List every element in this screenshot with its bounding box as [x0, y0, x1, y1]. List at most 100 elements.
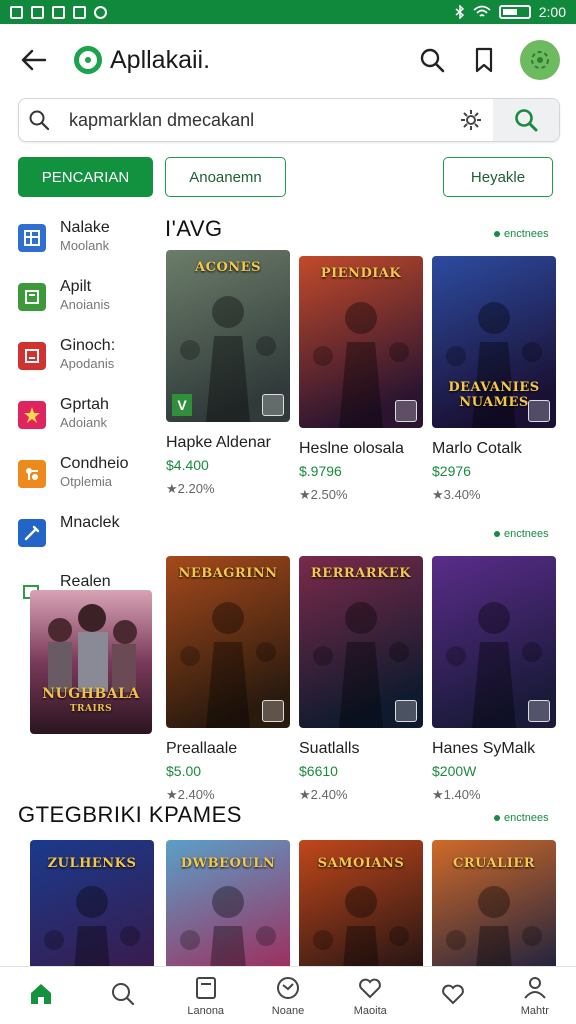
badge-icon: [528, 400, 550, 422]
game-cover-title: ACONES: [195, 260, 261, 275]
nav-label: Maoita: [353, 1005, 387, 1017]
game-card[interactable]: ACONES V Hapke Aldenar $4.400 ★2.20%: [166, 250, 290, 497]
game-cover: NEBAGRINN: [166, 556, 290, 728]
see-more-link[interactable]: enctnees: [494, 228, 549, 240]
game-cover: DEAVANIES NUAMES: [432, 256, 556, 428]
user-icon: [524, 977, 546, 999]
sidebar-item-label: Ginoch:: [60, 337, 116, 354]
game-cover-title: SAMOIANS: [317, 856, 405, 871]
sidebar-item-sublabel: Anoianis: [60, 297, 110, 312]
chip-anoanemn[interactable]: Anoanemn: [165, 157, 286, 197]
home-icon: [31, 984, 52, 1004]
sidebar-item-text: Realen: [60, 572, 111, 592]
game-rating: ★2.40%: [299, 787, 348, 802]
chip-heyakle[interactable]: Heyakle: [443, 157, 553, 197]
sidebar-item-text: Mnaclek: [60, 513, 120, 533]
sidebar-item-label: Realen: [60, 573, 111, 590]
section-heading: GTEGBRIKI KPAMES: [18, 802, 242, 827]
nav-item-search[interactable]: [82, 967, 164, 1024]
notification-icon: [73, 5, 86, 19]
nav-item-user[interactable]: Mahtr: [494, 967, 576, 1024]
game-cover-title: CRUALIER: [452, 856, 536, 871]
sidebar-item-label: Condheio: [60, 455, 129, 472]
notification-icon: [31, 5, 44, 19]
see-more-link[interactable]: enctnees: [494, 528, 549, 540]
game-rating: ★2.40%: [166, 787, 215, 802]
filter-chips: PENCARIAN Anoanemn Heyakle: [18, 157, 558, 197]
avatar[interactable]: [520, 40, 560, 80]
sidebar-item[interactable]: Apilt Anoianis: [18, 277, 156, 336]
settings-icon[interactable]: [449, 109, 493, 131]
search-icon[interactable]: [416, 44, 448, 76]
nav-item-library[interactable]: Lanona: [165, 967, 247, 1024]
tool-icon: [18, 519, 46, 547]
promo-banner[interactable]: NUGHBALA TRAIRS: [30, 590, 152, 734]
game-cover: RERRARKEK: [299, 556, 423, 728]
grid-icon: [18, 224, 46, 252]
sidebar-item-sublabel: Moolank: [60, 238, 110, 253]
game-title: Preallaale: [166, 740, 238, 757]
promo-title: NUGHBALA: [42, 686, 140, 702]
wifi-icon: [473, 5, 491, 17]
sidebar-item[interactable]: Gprtah Adoiank: [18, 395, 156, 454]
promo-subtitle: TRAIRS: [69, 704, 113, 714]
sidebar-item[interactable]: Mnaclek: [18, 513, 156, 572]
search-icon: [112, 983, 135, 1006]
sidebar-item-text: Apilt Anoianis: [60, 277, 110, 313]
sidebar-item-sublabel: Otplemia: [60, 474, 113, 489]
game-card[interactable]: DEAVANIES NUAMES Marlo Cotalk $2976 ★3.40%: [432, 256, 556, 503]
game-price: $4.400: [166, 457, 209, 473]
game-card[interactable]: PIENDIAK Heslne olosala $.9796 ★2.50%: [299, 256, 423, 503]
sidebar-item[interactable]: Nalake Moolank: [18, 218, 156, 277]
search-bar: [18, 98, 560, 142]
game-card[interactable]: Hanes SyMalk $200W ★1.40%: [432, 556, 556, 803]
game-price: $.9796: [299, 463, 342, 479]
game-title: Marlo Cotalk: [432, 440, 522, 457]
sidebar-item-label: Nalake: [60, 219, 110, 236]
sidebar-item-text: Gprtah Adoiank: [60, 395, 109, 431]
app-title: Apllakaii.: [110, 45, 211, 74]
nav-item-heart[interactable]: Maoita: [329, 967, 411, 1024]
game-cover: ACONES V: [166, 250, 290, 422]
sidebar-item-sublabel: Apodanis: [60, 356, 115, 371]
nav-label: Lanona: [187, 1005, 225, 1017]
puzzle-icon: [18, 460, 46, 488]
chip-pencarian[interactable]: PENCARIAN: [18, 157, 153, 197]
profile-icon: [531, 51, 549, 69]
library-icon: [195, 977, 216, 999]
heart-icon: [359, 978, 382, 999]
nav-item-compass[interactable]: Noane: [247, 967, 329, 1024]
battery-icon: [498, 5, 531, 19]
nav-label: Noane: [271, 1005, 305, 1017]
game-card[interactable]: RERRARKEK Suatlalls $6610 ★2.40%: [299, 556, 423, 803]
search-icon: [19, 109, 59, 131]
game-rating: ★3.40%: [432, 487, 481, 502]
game-cover-title: PIENDIAK: [320, 266, 402, 281]
search-button[interactable]: [493, 99, 559, 141]
game-title: Heslne olosala: [299, 440, 404, 457]
bluetooth-icon: [455, 5, 464, 19]
back-arrow-icon[interactable]: [16, 42, 52, 78]
badge-icon: [262, 394, 284, 416]
game-price: $2976: [432, 463, 471, 479]
app-logo-icon: [74, 46, 102, 74]
category-sidebar: Nalake Moolank Apilt Anoianis Ginoch: Apodani…: [18, 218, 156, 612]
bookmark-icon[interactable]: [468, 44, 500, 76]
notification-icons: [10, 5, 107, 19]
sidebar-item[interactable]: Condheio Otplemia: [18, 454, 156, 513]
see-more-link[interactable]: enctnees: [494, 812, 549, 824]
game-cover-title: RERRARKEK: [310, 566, 412, 581]
game-cover: [432, 556, 556, 728]
sidebar-item[interactable]: Ginoch: Apodanis: [18, 336, 156, 395]
game-cover-title: ZULHENKS: [47, 856, 137, 871]
game-cover-title: DWBEOULN: [180, 856, 276, 871]
notification-icon: [10, 5, 23, 19]
badge-icon: [262, 700, 284, 722]
game-cover: PIENDIAK: [299, 256, 423, 428]
nav-item-heart-outline[interactable]: [411, 967, 493, 1024]
game-card[interactable]: NEBAGRINN Preallaale $5.00 ★2.40%: [166, 556, 290, 803]
game-price: $5.00: [166, 763, 202, 779]
game-title: Hanes SyMalk: [432, 740, 536, 757]
nav-item-home[interactable]: [0, 967, 82, 1024]
search-input[interactable]: [59, 109, 449, 131]
